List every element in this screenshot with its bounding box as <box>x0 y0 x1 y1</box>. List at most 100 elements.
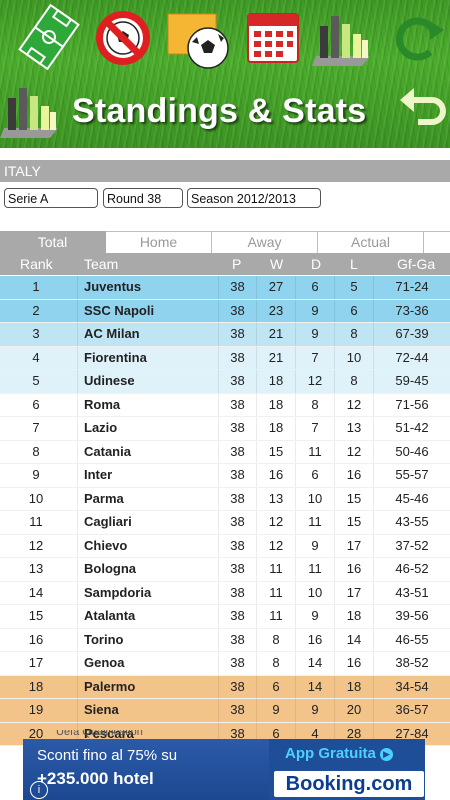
ad-banner[interactable]: Sconti fino al 75% su +235.000 hotel App… <box>23 739 425 800</box>
losses-cell: 8 <box>350 326 358 341</box>
table-row[interactable]: 6 Roma 38 18 8 12 71-56 <box>0 393 450 417</box>
draws-cell: 11 <box>308 443 322 459</box>
bar-chart-icon[interactable] <box>312 4 374 70</box>
table-row[interactable]: 5 Udinese 38 18 12 8 59-45 <box>0 370 450 394</box>
col-played[interactable]: P <box>232 253 241 275</box>
season-selector[interactable]: Season 2012/2013 <box>187 188 321 208</box>
col-team[interactable]: Team <box>84 253 118 275</box>
table-row[interactable]: 8 Catania 38 15 11 12 50-46 <box>0 440 450 464</box>
column-divider <box>334 323 335 346</box>
column-divider <box>218 417 219 440</box>
wins-cell: 8 <box>272 631 280 647</box>
rank-cell: 2 <box>32 302 40 318</box>
rank-cell: 17 <box>28 655 44 670</box>
goals-cell: 39-56 <box>395 608 429 623</box>
round-selector[interactable]: Round 38 <box>103 188 183 208</box>
losses-cell: 10 <box>346 349 362 365</box>
country-header: ITALY <box>0 160 450 182</box>
table-row[interactable]: 12 Chievo 38 12 9 17 37-52 <box>0 534 450 558</box>
refresh-icon[interactable] <box>386 4 448 70</box>
table-row[interactable]: 17 Genoa 38 8 14 16 38-52 <box>0 652 450 676</box>
column-divider <box>256 393 257 416</box>
team-cell: Roma <box>84 396 121 412</box>
tab-more[interactable] <box>424 231 450 253</box>
losses-cell: 20 <box>346 702 362 717</box>
table-row[interactable]: 4 Fiorentina 38 21 7 10 72-44 <box>0 346 450 370</box>
column-divider <box>256 628 257 651</box>
column-divider <box>295 417 296 440</box>
column-divider <box>295 628 296 651</box>
table-row[interactable]: 15 Atalanta 38 11 9 18 39-56 <box>0 605 450 629</box>
column-divider <box>77 581 78 604</box>
column-divider <box>295 558 296 581</box>
table-row[interactable]: 19 Siena 38 9 9 20 36-57 <box>0 699 450 723</box>
table-row[interactable]: 13 Bologna 38 11 11 16 46-52 <box>0 558 450 582</box>
table-row[interactable]: 11 Cagliari 38 12 11 15 43-55 <box>0 511 450 535</box>
no-ball-icon[interactable] <box>92 4 154 70</box>
calendar-icon[interactable] <box>242 4 304 70</box>
draws-cell: 14 <box>307 655 323 670</box>
rank-cell: 7 <box>32 420 40 435</box>
wins-cell: 11 <box>269 561 283 576</box>
wins-cell: 12 <box>268 537 284 553</box>
wins-cell: 6 <box>272 678 280 694</box>
col-wins[interactable]: W <box>270 253 283 275</box>
wins-cell: 18 <box>268 420 284 435</box>
table-row[interactable]: 14 Sampdoria 38 11 10 17 43-51 <box>0 581 450 605</box>
column-divider <box>256 276 257 299</box>
table-row[interactable]: 2 SSC Napoli 38 23 9 6 73-36 <box>0 299 450 323</box>
wins-cell: 21 <box>268 326 284 341</box>
column-divider <box>373 346 374 369</box>
col-draws[interactable]: D <box>311 253 321 275</box>
losses-cell: 17 <box>346 537 362 553</box>
table-row[interactable]: 1 Juventus 38 27 6 5 71-24 <box>0 276 450 300</box>
table-row[interactable]: 3 AC Milan 38 21 9 8 67-39 <box>0 323 450 347</box>
team-cell: Palermo <box>84 678 136 694</box>
column-divider <box>256 534 257 557</box>
goals-cell: 73-36 <box>395 302 429 318</box>
table-row[interactable]: 9 Inter 38 16 6 16 55-57 <box>0 464 450 488</box>
column-divider <box>334 628 335 651</box>
back-arrow-icon[interactable] <box>398 82 448 132</box>
column-divider <box>77 417 78 440</box>
losses-cell: 13 <box>346 420 362 435</box>
col-goals[interactable]: Gf-Ga <box>397 253 435 275</box>
col-rank[interactable]: Rank <box>20 253 53 275</box>
league-selector[interactable]: Serie A <box>4 188 98 208</box>
goals-cell: 59-45 <box>395 373 429 388</box>
column-divider <box>373 323 374 346</box>
column-divider <box>77 346 78 369</box>
table-row[interactable]: 18 Palermo 38 6 14 18 34-54 <box>0 675 450 699</box>
column-divider <box>218 464 219 487</box>
tab-total[interactable]: Total <box>0 231 106 253</box>
column-divider <box>77 323 78 346</box>
table-row[interactable]: 7 Lazio 38 18 7 13 51-42 <box>0 417 450 441</box>
rank-cell: 10 <box>28 490 44 506</box>
column-divider <box>218 299 219 322</box>
column-divider <box>295 276 296 299</box>
table-row[interactable]: 16 Torino 38 8 16 14 46-55 <box>0 628 450 652</box>
column-divider <box>334 417 335 440</box>
team-cell: Lazio <box>84 420 118 435</box>
column-divider <box>256 675 257 698</box>
column-divider <box>373 464 374 487</box>
soccer-field-icon[interactable] <box>18 3 80 71</box>
column-divider <box>295 299 296 322</box>
column-divider <box>256 417 257 440</box>
column-divider <box>373 699 374 722</box>
column-divider <box>373 605 374 628</box>
table-row[interactable]: 10 Parma 38 13 10 15 45-46 <box>0 487 450 511</box>
team-cell: AC Milan <box>84 326 140 341</box>
team-cell: Udinese <box>84 373 135 388</box>
wins-cell: 9 <box>272 702 280 717</box>
tab-away[interactable]: Away <box>212 231 318 253</box>
ball-on-sticky-note-icon[interactable] <box>166 4 229 70</box>
played-cell: 38 <box>230 349 245 365</box>
info-icon[interactable]: i <box>30 781 48 799</box>
team-cell: Sampdoria <box>84 584 152 600</box>
col-losses[interactable]: L <box>350 253 358 275</box>
column-divider <box>373 417 374 440</box>
tab-home[interactable]: Home <box>106 231 212 253</box>
play-circle-icon: ▶ <box>380 748 394 761</box>
tab-actual[interactable]: Actual <box>318 231 424 253</box>
